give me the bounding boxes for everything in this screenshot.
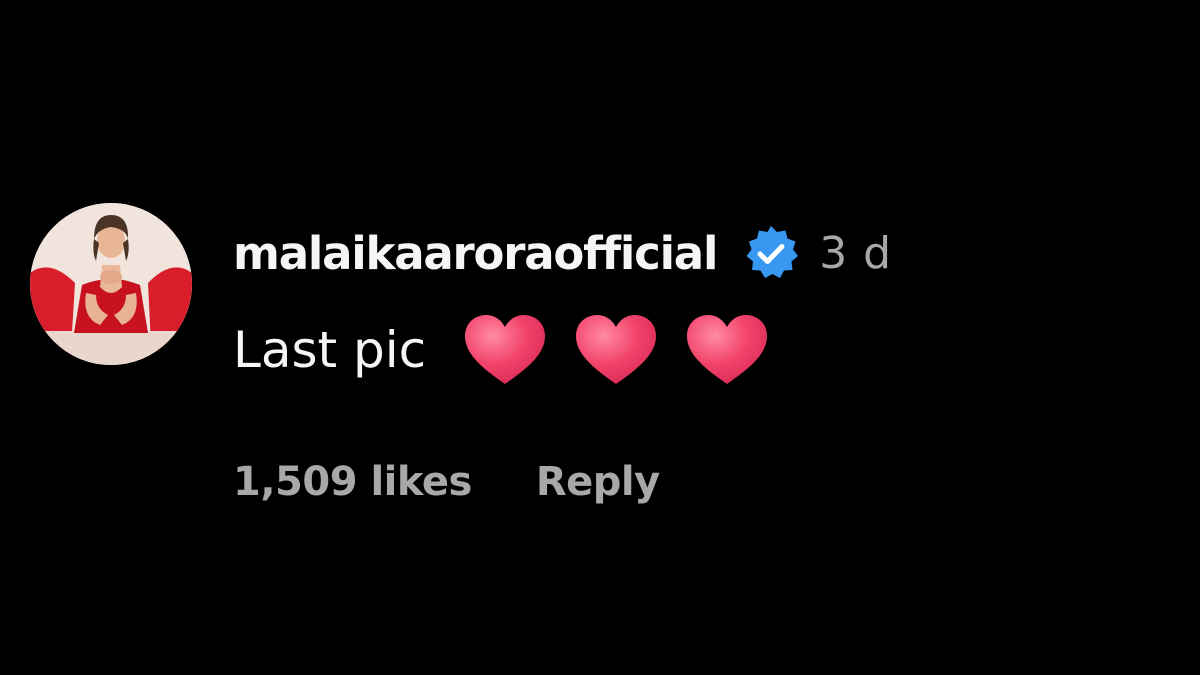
comment-actions: 1,509 likes Reply (233, 452, 660, 512)
red-heart-emoji-icon (684, 312, 770, 388)
avatar-photo (30, 203, 192, 365)
timestamp: 3 d (819, 227, 893, 279)
avatar[interactable] (30, 203, 192, 365)
comment: malaikaaroraofficial 3 d Last pic 1,509 … (30, 200, 1170, 540)
comment-header: malaikaaroraofficial 3 d (233, 218, 892, 288)
comment-body: Last pic (233, 310, 795, 390)
red-heart-emoji-icon (573, 312, 659, 388)
red-heart-emoji-icon (462, 312, 548, 388)
comment-text: Last pic (233, 321, 427, 379)
reply-button[interactable]: Reply (536, 459, 660, 505)
likes-count[interactable]: 1,509 likes (233, 459, 472, 505)
verified-badge-icon (741, 223, 801, 283)
username[interactable]: malaikaaroraofficial (233, 227, 718, 280)
emoji-group (462, 312, 795, 388)
